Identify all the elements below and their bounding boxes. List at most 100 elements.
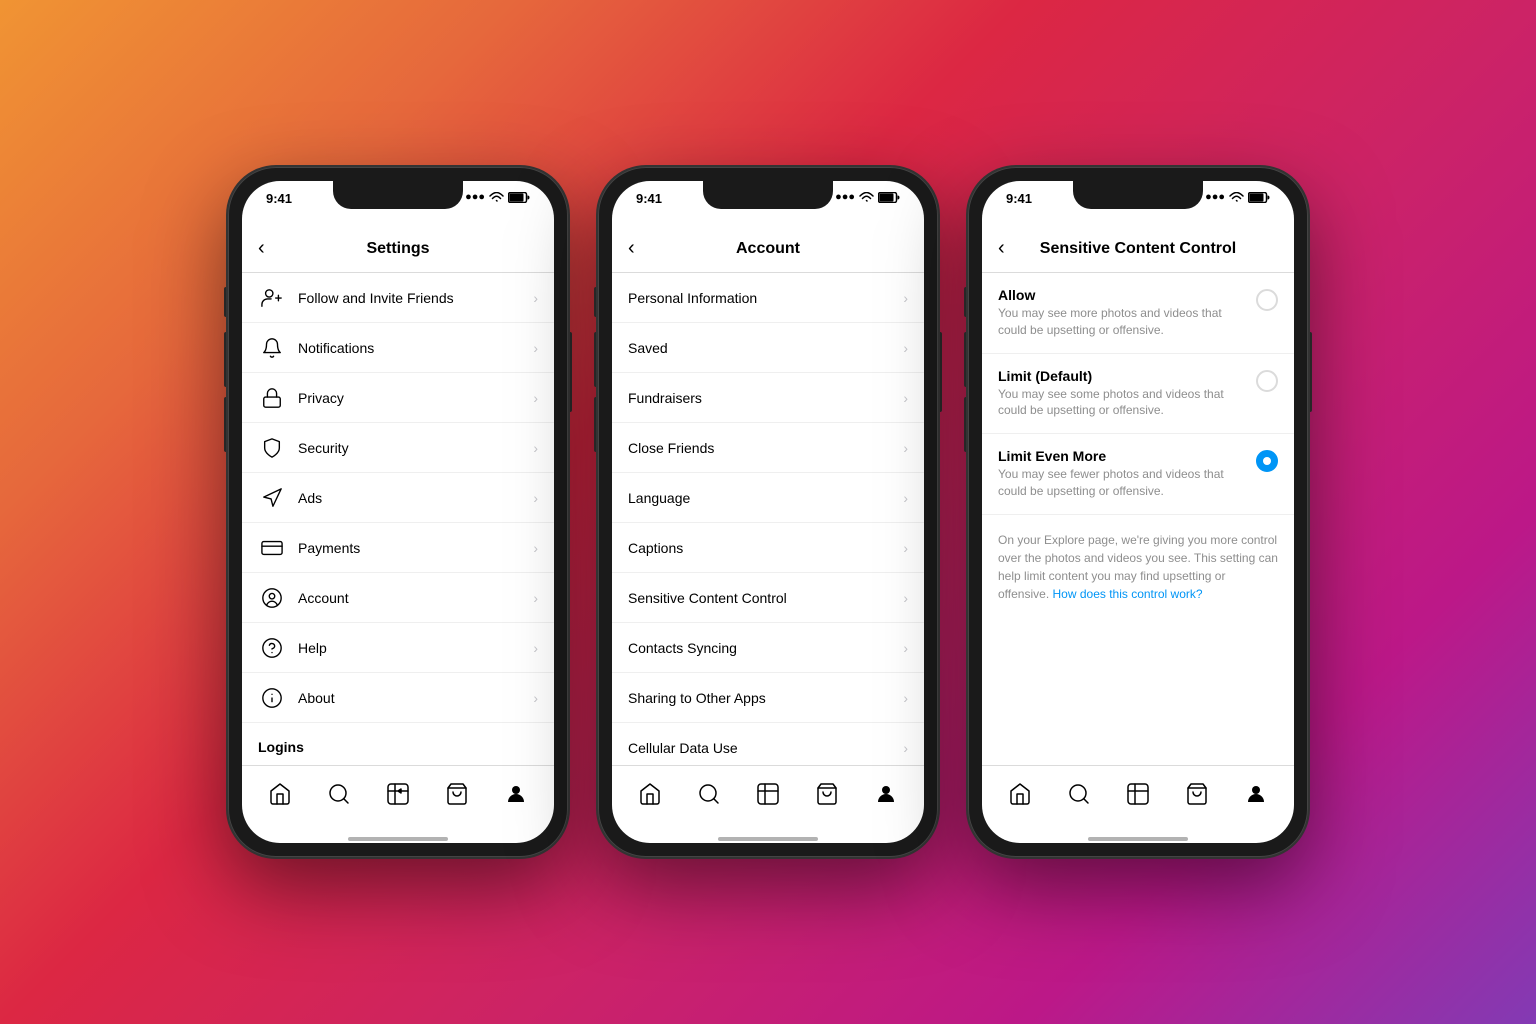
status-icons-3: ●●●: [1205, 191, 1270, 203]
chevron-sensitive: ›: [903, 590, 908, 606]
settings-item-privacy[interactable]: Privacy ›: [242, 373, 554, 423]
notifications-icon: [258, 334, 286, 362]
scc-option-limit-more[interactable]: Limit Even More You may see fewer photos…: [982, 434, 1294, 515]
radio-limit-default[interactable]: [1256, 370, 1278, 392]
phone-account: 9:41 ●●● ‹ Account Personal Information …: [598, 167, 938, 857]
tab-search-2[interactable]: [691, 776, 727, 812]
account-item-sensitive[interactable]: Sensitive Content Control ›: [612, 573, 924, 623]
back-button-sensitive[interactable]: ‹: [998, 237, 1005, 260]
settings-item-security[interactable]: Security ›: [242, 423, 554, 473]
tab-home-2[interactable]: [632, 776, 668, 812]
chevron-sharing: ›: [903, 690, 908, 706]
account-item-saved[interactable]: Saved ›: [612, 323, 924, 373]
account-item-language[interactable]: Language ›: [612, 473, 924, 523]
tab-reels-3[interactable]: [1120, 776, 1156, 812]
back-button-account[interactable]: ‹: [628, 237, 635, 260]
help-icon: [258, 634, 286, 662]
account-label-personal: Personal Information: [628, 290, 903, 306]
chevron-cellular: ›: [903, 740, 908, 756]
tab-profile-2[interactable]: [868, 776, 904, 812]
settings-item-notifications[interactable]: Notifications ›: [242, 323, 554, 373]
tab-profile-1[interactable]: [498, 776, 534, 812]
settings-label-privacy: Privacy: [298, 390, 533, 406]
radio-limit-more[interactable]: [1256, 450, 1278, 472]
chevron-close-friends: ›: [903, 440, 908, 456]
wifi-icon-3: [1229, 192, 1244, 203]
scc-option-allow[interactable]: Allow You may see more photos and videos…: [982, 273, 1294, 354]
account-label-contacts: Contacts Syncing: [628, 640, 903, 656]
nav-bar-sensitive: ‹ Sensitive Content Control: [982, 225, 1294, 273]
phone-screen-3: 9:41 ●●● ‹ Sensitive Content Control All…: [982, 181, 1294, 843]
phone-screen-2: 9:41 ●●● ‹ Account Personal Information …: [612, 181, 924, 843]
tab-home-1[interactable]: [262, 776, 298, 812]
scc-option-limit-more-desc: You may see fewer photos and videos that…: [998, 466, 1244, 500]
tab-reels-2[interactable]: [750, 776, 786, 812]
payments-icon: [258, 534, 286, 562]
nav-title-sensitive: Sensitive Content Control: [1040, 240, 1236, 258]
account-item-sharing[interactable]: Sharing to Other Apps ›: [612, 673, 924, 723]
chevron-notifications: ›: [533, 340, 538, 356]
account-item-captions[interactable]: Captions ›: [612, 523, 924, 573]
chevron-saved: ›: [903, 340, 908, 356]
tab-shop-1[interactable]: [439, 776, 475, 812]
tab-search-3[interactable]: [1061, 776, 1097, 812]
scc-option-limit-default-desc: You may see some photos and videos that …: [998, 386, 1244, 420]
about-icon: [258, 684, 286, 712]
tab-profile-3[interactable]: [1238, 776, 1274, 812]
settings-content: Follow and Invite Friends › Notification…: [242, 273, 554, 765]
scc-footer-link[interactable]: How does this control work?: [1053, 587, 1203, 601]
signal-icon-2: ●●●: [835, 191, 855, 203]
radio-allow[interactable]: [1256, 289, 1278, 311]
sensitive-content: Allow You may see more photos and videos…: [982, 273, 1294, 765]
scc-footer: On your Explore page, we're giving you m…: [982, 515, 1294, 619]
chevron-fundraisers: ›: [903, 390, 908, 406]
tab-search-1[interactable]: [321, 776, 357, 812]
chevron-language: ›: [903, 490, 908, 506]
scc-option-limit-more-title: Limit Even More: [998, 448, 1244, 464]
account-label-fundraisers: Fundraisers: [628, 390, 903, 406]
tab-shop-2[interactable]: [809, 776, 845, 812]
account-item-fundraisers[interactable]: Fundraisers ›: [612, 373, 924, 423]
signal-icon-3: ●●●: [1205, 191, 1225, 203]
side-button-power-2: [938, 332, 942, 412]
tab-shop-3[interactable]: [1179, 776, 1215, 812]
phone-settings: 9:41 ●●● ‹ Settings Follow and Invite Fr…: [228, 167, 568, 857]
account-item-close-friends[interactable]: Close Friends ›: [612, 423, 924, 473]
chevron-payments: ›: [533, 540, 538, 556]
tab-reels-1[interactable]: [380, 776, 416, 812]
settings-label-account: Account: [298, 590, 533, 606]
account-item-contacts[interactable]: Contacts Syncing ›: [612, 623, 924, 673]
settings-item-payments[interactable]: Payments ›: [242, 523, 554, 573]
scc-option-limit-more-text: Limit Even More You may see fewer photos…: [998, 448, 1244, 500]
phone-screen-1: 9:41 ●●● ‹ Settings Follow and Invite Fr…: [242, 181, 554, 843]
scc-option-allow-text: Allow You may see more photos and videos…: [998, 287, 1244, 339]
notch-2: [703, 181, 833, 209]
scc-option-allow-desc: You may see more photos and videos that …: [998, 305, 1244, 339]
settings-label-ads: Ads: [298, 490, 533, 506]
settings-item-ads[interactable]: Ads ›: [242, 473, 554, 523]
home-bar-2: [718, 837, 818, 841]
privacy-icon: [258, 384, 286, 412]
home-bar-1: [348, 837, 448, 841]
home-indicator-2: [612, 837, 924, 843]
chevron-contacts: ›: [903, 640, 908, 656]
tab-home-3[interactable]: [1002, 776, 1038, 812]
chevron-help: ›: [533, 640, 538, 656]
settings-item-help[interactable]: Help ›: [242, 623, 554, 673]
account-item-cellular[interactable]: Cellular Data Use ›: [612, 723, 924, 765]
account-item-personal[interactable]: Personal Information ›: [612, 273, 924, 323]
chevron-about: ›: [533, 690, 538, 706]
account-label-sharing: Sharing to Other Apps: [628, 690, 903, 706]
chevron-account: ›: [533, 590, 538, 606]
settings-item-follow[interactable]: Follow and Invite Friends ›: [242, 273, 554, 323]
scc-option-limit-default[interactable]: Limit (Default) You may see some photos …: [982, 354, 1294, 435]
security-icon: [258, 434, 286, 462]
settings-item-account[interactable]: Account ›: [242, 573, 554, 623]
status-icons-1: ●●●: [465, 191, 530, 203]
account-label-close-friends: Close Friends: [628, 440, 903, 456]
back-button-settings[interactable]: ‹: [258, 237, 265, 260]
wifi-icon-1: [489, 192, 504, 203]
settings-item-about[interactable]: About ›: [242, 673, 554, 723]
home-bar-3: [1088, 837, 1188, 841]
tab-bar-2: [612, 765, 924, 837]
